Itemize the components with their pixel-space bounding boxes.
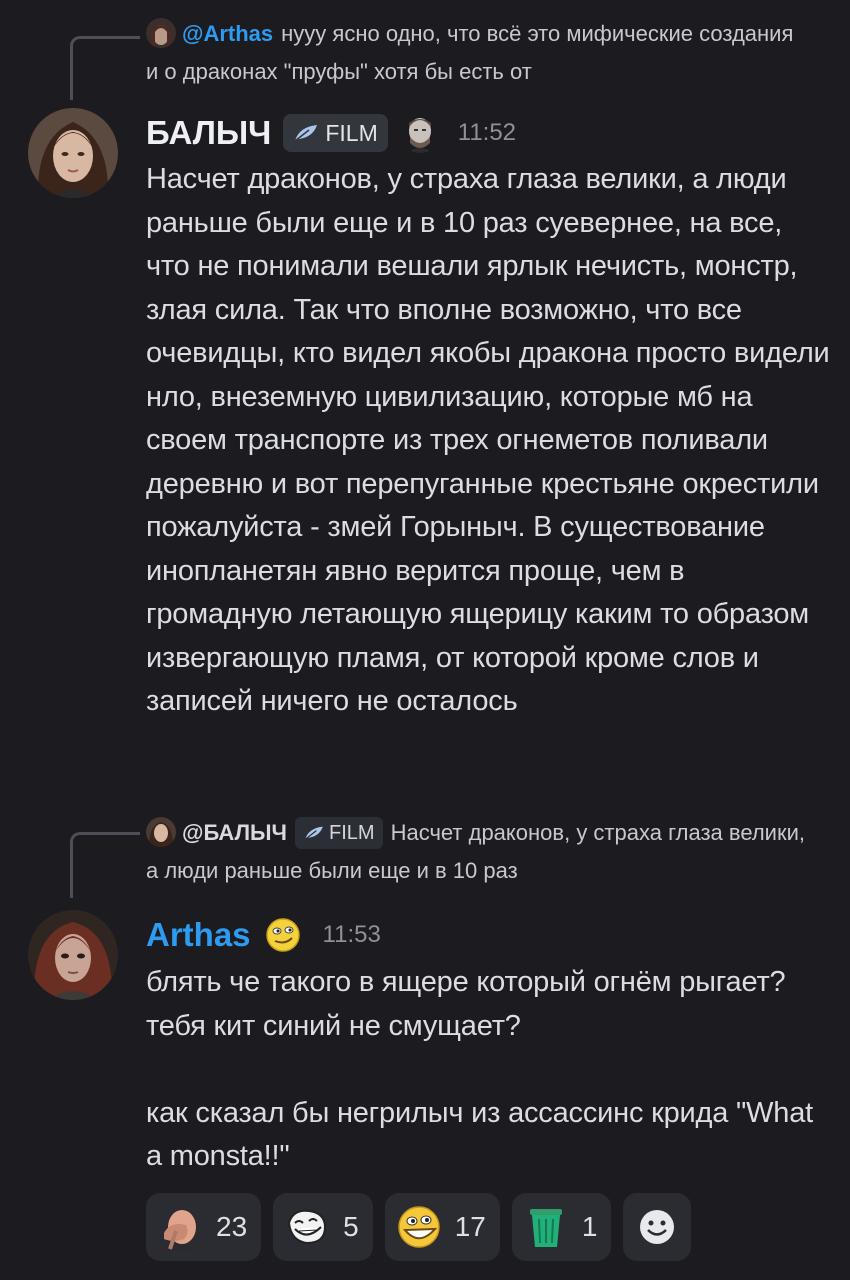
- role-tag[interactable]: FILM: [283, 114, 388, 152]
- message-header: БАЛЫЧ FILM 11:52: [146, 108, 516, 158]
- reply-preview[interactable]: @Arthas нууу ясно одно, что всё это мифич…: [146, 15, 810, 91]
- feather-icon: [294, 125, 318, 142]
- reaction-facepalm[interactable]: 23: [146, 1193, 262, 1261]
- reaction-trash-bin[interactable]: 1: [511, 1193, 612, 1261]
- role-tag-label: FILM: [325, 119, 378, 146]
- add-reaction-button[interactable]: [623, 1193, 692, 1261]
- reply-avatar: [146, 817, 176, 847]
- feather-icon: [304, 826, 323, 840]
- reply-role-tag-label: FILM: [329, 822, 375, 844]
- reaction-count: 23: [216, 1211, 248, 1242]
- message-header: Arthas 11:53: [146, 910, 381, 960]
- reaction-count: 1: [581, 1211, 598, 1242]
- reply-role-tag: FILM: [295, 817, 383, 849]
- reaction-grinning[interactable]: 17: [384, 1193, 500, 1261]
- reply-author[interactable]: @БАЛЫЧ: [182, 820, 287, 845]
- author-name[interactable]: БАЛЫЧ: [146, 114, 271, 152]
- message-text: Насчет драконов, у страха глаза велики, …: [146, 163, 838, 717]
- reactions-bar: 23 5 17 1: [146, 1193, 692, 1261]
- reply-author[interactable]: @Arthas: [182, 21, 273, 46]
- timestamp: 11:52: [457, 119, 517, 146]
- trash-bin-emoji-icon: [529, 1209, 562, 1247]
- smiley-add-icon: [640, 1210, 675, 1244]
- reply-connector: [70, 832, 140, 898]
- reaction-count: 5: [343, 1211, 359, 1242]
- avatar[interactable]: [28, 108, 118, 198]
- reaction-trollface[interactable]: 5: [273, 1193, 373, 1261]
- timestamp: 11:53: [322, 921, 381, 948]
- reply-avatar: [146, 18, 176, 48]
- smirk-emoji-icon: [263, 915, 303, 955]
- grinning-face-emoji-icon: [397, 1206, 440, 1248]
- trollface-emoji-icon: [288, 1209, 327, 1245]
- reply-preview[interactable]: @БАЛЫЧ FILM Насчет драконов, у страха глаз…: [146, 814, 810, 890]
- avatar[interactable]: [28, 910, 118, 1000]
- facepalm-emoji-icon: [162, 1210, 198, 1251]
- author-name[interactable]: Arthas: [146, 916, 251, 954]
- message-text: блять че такого в ящере который огнём ры…: [146, 966, 814, 1172]
- reply-connector: [70, 36, 140, 100]
- message-balych: @Arthas нууу ясно одно, что всё это мифич…: [0, 0, 850, 790]
- reaction-count: 17: [454, 1211, 486, 1242]
- custom-status-icon: [399, 113, 440, 153]
